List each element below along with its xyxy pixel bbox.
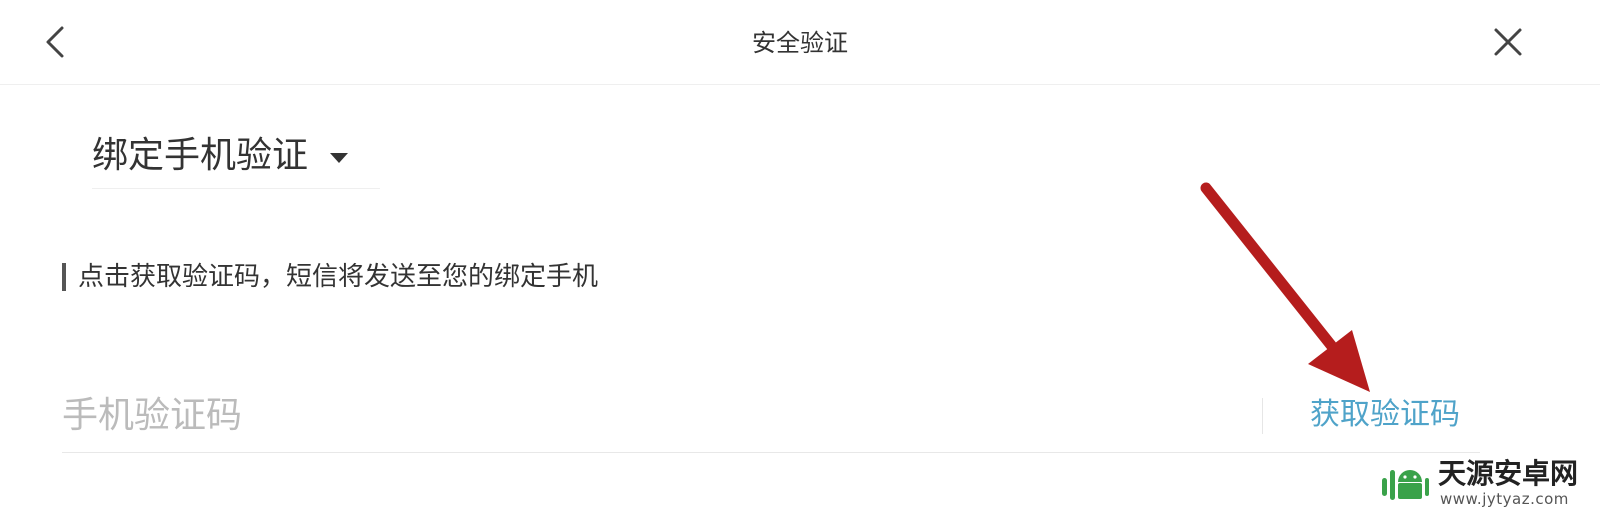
verify-method-dropdown[interactable]: 绑定手机验证 xyxy=(92,124,380,189)
chevron-left-icon xyxy=(46,26,64,58)
page-title: 安全验证 xyxy=(752,29,848,57)
security-verification-page: 安全验证 绑定手机验证 点击获取验证码，短信将发送至您的绑定手机 获取验证码 xyxy=(0,0,1600,516)
sms-code-row: 获取验证码 xyxy=(62,380,1480,453)
get-code-button[interactable]: 获取验证码 xyxy=(1310,392,1460,438)
back-button[interactable] xyxy=(30,18,78,66)
android-logo-icon xyxy=(1382,470,1429,500)
watermark-name: 天源安卓网 xyxy=(1438,457,1579,490)
hint-text: 点击获取验证码，短信将发送至您的绑定手机 xyxy=(78,262,599,292)
verify-method-label: 绑定手机验证 xyxy=(92,135,309,176)
header-bar: 安全验证 xyxy=(0,0,1600,85)
watermark-url: www.jytyaz.com xyxy=(1440,490,1569,508)
hint-accent-bar xyxy=(62,263,66,291)
close-button[interactable] xyxy=(1484,18,1532,66)
watermark-logo: 天源安卓网 www.jytyaz.com xyxy=(1380,456,1592,510)
caret-down-icon xyxy=(330,153,348,163)
sms-code-input[interactable] xyxy=(62,388,1242,442)
close-icon xyxy=(1494,28,1522,56)
row-divider xyxy=(1262,398,1263,434)
